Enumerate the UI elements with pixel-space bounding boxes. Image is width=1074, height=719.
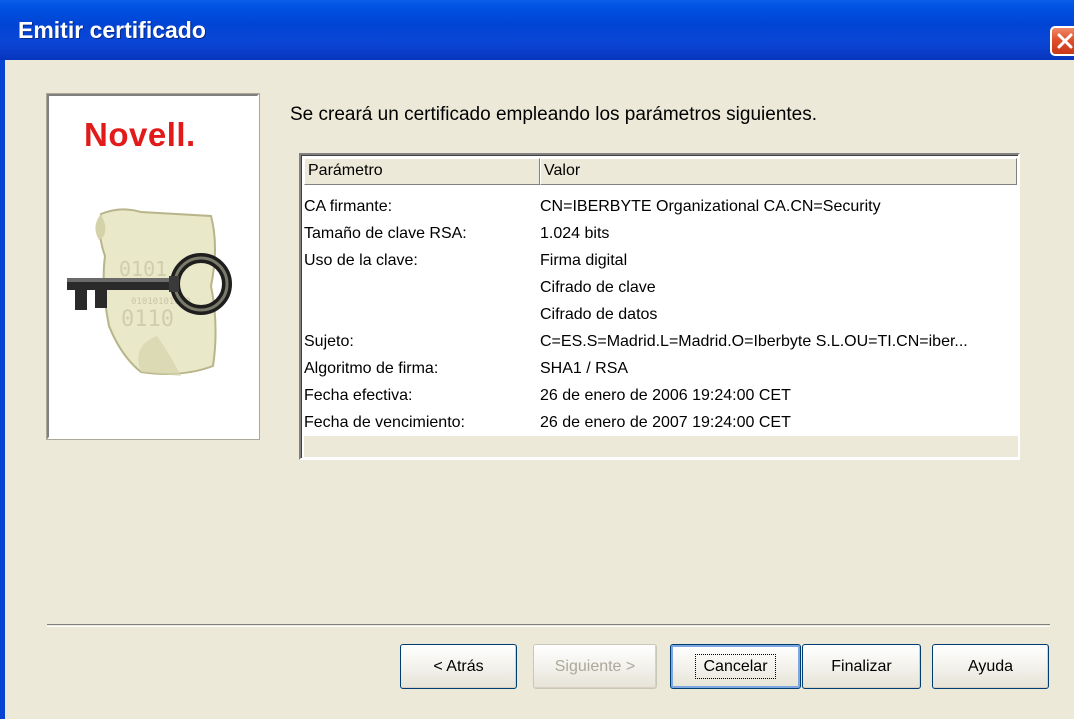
back-button-label: < Atrás	[433, 657, 484, 675]
row-parameter: Tamaño de clave RSA:	[304, 225, 467, 242]
help-button[interactable]: Ayuda	[932, 644, 1049, 689]
row-parameter: Fecha de vencimiento:	[304, 414, 465, 431]
table-row: Fecha de vencimiento: 26 de enero de 200…	[304, 409, 1018, 436]
row-value: 26 de enero de 2006 19:24:00 CET	[540, 387, 791, 404]
row-value: 26 de enero de 2007 19:24:00 CET	[540, 414, 791, 431]
help-button-label: Ayuda	[967, 657, 1014, 675]
close-button[interactable]	[1050, 26, 1074, 56]
key-certificate-icon: 0101 0110 01010101010	[67, 208, 232, 376]
close-icon	[1057, 33, 1073, 49]
column-header-value[interactable]: Valor	[540, 158, 1017, 185]
table-row: Tamaño de clave RSA: 1.024 bits	[304, 220, 1018, 247]
row-value: CN=IBERBYTE Organizational CA.CN=Securit…	[540, 198, 881, 215]
table-empty-area	[304, 436, 1018, 457]
table-row: Cifrado de datos	[304, 301, 1018, 328]
cancel-button-label: Cancelar	[695, 653, 776, 679]
table-row: Fecha efectiva: 26 de enero de 2006 19:2…	[304, 382, 1018, 409]
dialog-window: Emitir certificado Novell. 0101 0110 010…	[0, 0, 1074, 719]
row-value: C=ES.S=Madrid.L=Madrid.O=Iberbyte S.L.OU…	[540, 333, 968, 350]
row-value: Cifrado de datos	[540, 306, 658, 323]
parameters-table[interactable]: Parámetro Valor CA firmante: CN=IBERBYTE…	[299, 153, 1020, 460]
next-button-label: Siguiente >	[554, 657, 636, 675]
novell-logo: Novell.	[84, 116, 196, 153]
logo-panel: Novell. 0101 0110 01010101010	[47, 94, 259, 439]
next-button[interactable]: Siguiente >	[533, 644, 657, 689]
window-frame-left	[0, 60, 5, 719]
svg-text:0101: 0101	[119, 257, 167, 281]
row-parameter: CA firmante:	[304, 198, 393, 215]
cancel-button[interactable]: Cancelar	[670, 644, 801, 689]
table-row: Uso de la clave: Firma digital	[304, 247, 1018, 274]
row-parameter: Uso de la clave:	[304, 252, 418, 269]
table-row: Algoritmo de firma: SHA1 / RSA	[304, 355, 1018, 382]
svg-text:0110: 0110	[121, 307, 174, 332]
row-value: SHA1 / RSA	[540, 360, 629, 377]
row-parameter: Fecha efectiva:	[304, 387, 413, 404]
row-value: Cifrado de clave	[540, 279, 656, 296]
intro-text: Se creará un certificado empleando los p…	[290, 104, 818, 125]
finish-button-label: Finalizar	[831, 657, 892, 675]
row-parameter: Algoritmo de firma:	[304, 360, 439, 377]
row-parameter: Sujeto:	[304, 333, 354, 350]
column-header-parameter[interactable]: Parámetro	[304, 158, 540, 185]
finish-button[interactable]: Finalizar	[802, 644, 921, 689]
row-value: 1.024 bits	[540, 225, 610, 242]
table-row: Cifrado de clave	[304, 274, 1018, 301]
button-separator	[47, 624, 1050, 627]
table-row: Sujeto: C=ES.S=Madrid.L=Madrid.O=Iberbyt…	[304, 328, 1018, 355]
title-bar[interactable]: Emitir certificado	[0, 0, 1074, 60]
back-button[interactable]: < Atrás	[400, 644, 517, 689]
table-row: CA firmante: CN=IBERBYTE Organizational …	[304, 193, 1018, 220]
row-value: Firma digital	[540, 252, 628, 269]
window-title: Emitir certificado	[18, 17, 206, 43]
